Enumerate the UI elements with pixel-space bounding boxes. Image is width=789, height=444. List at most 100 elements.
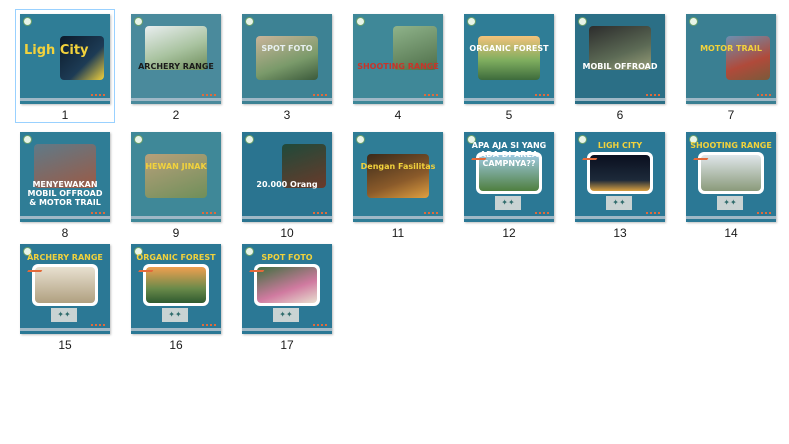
- control-pad-icon: ✦✦: [495, 196, 521, 210]
- thumbnail-label: 10: [280, 226, 294, 240]
- thumbnail-image[interactable]: HEWAN JINAK: [131, 132, 221, 222]
- control-pad-icon: ✦✦: [162, 308, 188, 322]
- thumbnail-item[interactable]: ✦✦ ARCHERY RANGE 15: [15, 239, 115, 353]
- thumbnail-image[interactable]: Ligh City: [20, 14, 110, 104]
- thumbnail-image[interactable]: SPOT FOTO: [242, 14, 332, 104]
- thumbnail-title: ARCHERY RANGE: [27, 253, 103, 262]
- control-pad-icon: ✦✦: [717, 196, 743, 210]
- thumbnail-label: 7: [727, 108, 735, 122]
- thumbnail-item[interactable]: ✦✦ SHOOTING RANGE 14: [681, 127, 781, 241]
- thumbnail-title: MOTOR TRAIL: [700, 44, 762, 53]
- thumbnail-item[interactable]: MENYEWAKAN MOBIL OFFROAD & MOTOR TRAIL 8: [15, 127, 115, 241]
- footer-strip: [131, 216, 221, 219]
- thumbnail-title: SHOOTING RANGE: [690, 141, 772, 150]
- logo-icon: [356, 17, 365, 26]
- thumbnail-title: MOBIL OFFROAD: [582, 62, 658, 71]
- thumbnail-item[interactable]: ✦✦ LIGH CITY 13: [570, 127, 670, 241]
- logo-icon: [134, 135, 143, 144]
- thumbnail-item[interactable]: MOTOR TRAIL 7: [681, 9, 781, 123]
- logo-icon: [134, 17, 143, 26]
- thumbnail-label: 13: [613, 226, 627, 240]
- thumbnail-image[interactable]: Dengan Fasilitas: [353, 132, 443, 222]
- dots-icon: [424, 212, 438, 216]
- thumbnail-image[interactable]: ORGANIC FOREST: [464, 14, 554, 104]
- control-pad-icon: ✦✦: [606, 196, 632, 210]
- thumbnail-item[interactable]: ✦✦ ORGANIC FOREST 16: [126, 239, 226, 353]
- thumbnail-label: 16: [169, 338, 183, 352]
- thumbnail-image[interactable]: ✦✦ SPOT FOTO: [242, 244, 332, 334]
- footer-strip: [575, 98, 665, 101]
- dots-icon: [313, 324, 327, 328]
- thumbnail-title: 20.000 Orang: [256, 180, 318, 189]
- footer-strip: [242, 98, 332, 101]
- logo-icon: [245, 135, 254, 144]
- photo: [257, 267, 317, 303]
- thumbnail-title: APA AJA SI YANG ADA DI AREA CAMPNYA??: [471, 141, 547, 168]
- thumbnail-image[interactable]: ARCHERY RANGE: [131, 14, 221, 104]
- thumbnail-item[interactable]: MOBIL OFFROAD 6: [570, 9, 670, 123]
- thumbnail-item[interactable]: Dengan Fasilitas 11: [348, 127, 448, 241]
- thumbnail-title: SHOOTING RANGE: [357, 62, 439, 71]
- photo: [478, 36, 540, 80]
- thumbnail-title: SPOT FOTO: [261, 44, 313, 53]
- thumbnail-image[interactable]: MENYEWAKAN MOBIL OFFROAD & MOTOR TRAIL: [20, 132, 110, 222]
- thumbnail-label: 5: [505, 108, 513, 122]
- thumbnail-title: MENYEWAKAN MOBIL OFFROAD & MOTOR TRAIL: [27, 180, 103, 207]
- photo: [590, 155, 650, 191]
- thumbnail-item[interactable]: ✦✦ APA AJA SI YANG ADA DI AREA CAMPNYA?? 1…: [459, 127, 559, 241]
- thumbnail-label: 17: [280, 338, 294, 352]
- photo: [726, 36, 770, 80]
- thumbnail-image[interactable]: ✦✦ ARCHERY RANGE: [20, 244, 110, 334]
- thumbnail-title: LIGH CITY: [597, 141, 643, 150]
- photo: [145, 154, 207, 198]
- thumbnail-image[interactable]: ✦✦ SHOOTING RANGE: [686, 132, 776, 222]
- dots-icon: [91, 94, 105, 98]
- logo-icon: [23, 17, 32, 26]
- thumbnail-item[interactable]: 20.000 Orang 10: [237, 127, 337, 241]
- thumbnail-item[interactable]: ORGANIC FOREST 5: [459, 9, 559, 123]
- control-pad-icon: ✦✦: [273, 308, 299, 322]
- logo-icon: [356, 135, 365, 144]
- dots-icon: [202, 324, 216, 328]
- thumbnail-image[interactable]: MOTOR TRAIL: [686, 14, 776, 104]
- thumbnail-image[interactable]: ✦✦ APA AJA SI YANG ADA DI AREA CAMPNYA??: [464, 132, 554, 222]
- dots-icon: [424, 94, 438, 98]
- thumbnail-image[interactable]: MOBIL OFFROAD: [575, 14, 665, 104]
- thumbnail-image[interactable]: 20.000 Orang: [242, 132, 332, 222]
- control-pad-icon: ✦✦: [51, 308, 77, 322]
- thumbnail-title: ORGANIC FOREST: [469, 44, 549, 53]
- thumbnail-label: 4: [394, 108, 402, 122]
- dots-icon: [646, 94, 660, 98]
- photo: [35, 267, 95, 303]
- thumbnail-item[interactable]: ARCHERY RANGE 2: [126, 9, 226, 123]
- logo-icon: [467, 17, 476, 26]
- dots-icon: [202, 212, 216, 216]
- thumbnail-label: 12: [502, 226, 516, 240]
- thumbnail-item[interactable]: HEWAN JINAK 9: [126, 127, 226, 241]
- footer-strip: [20, 216, 110, 219]
- logo-icon: [578, 17, 587, 26]
- dots-icon: [757, 94, 771, 98]
- thumbnail-label: 6: [616, 108, 624, 122]
- thumbnail-item[interactable]: SPOT FOTO 3: [237, 9, 337, 123]
- photo: [256, 36, 318, 80]
- photo: [701, 155, 761, 191]
- thumbnail-label: 3: [283, 108, 291, 122]
- thumbnail-label: 2: [172, 108, 180, 122]
- thumbnail-title: Ligh City: [24, 43, 89, 58]
- thumbnail-item[interactable]: SHOOTING RANGE 4: [348, 9, 448, 123]
- thumbnail-label: 11: [391, 226, 405, 240]
- thumbnail-title: SPOT FOTO: [261, 253, 313, 262]
- footer-strip: [575, 216, 665, 219]
- thumbnail-image[interactable]: ✦✦ LIGH CITY: [575, 132, 665, 222]
- thumbnail-item[interactable]: Ligh City 1: [15, 9, 115, 123]
- logo-icon: [245, 17, 254, 26]
- footer-strip: [131, 328, 221, 331]
- thumbnail-image[interactable]: ✦✦ ORGANIC FOREST: [131, 244, 221, 334]
- thumbnail-image[interactable]: SHOOTING RANGE: [353, 14, 443, 104]
- footer-strip: [242, 216, 332, 219]
- thumbnail-item[interactable]: ✦✦ SPOT FOTO 17: [237, 239, 337, 353]
- dots-icon: [757, 212, 771, 216]
- footer-strip: [20, 328, 110, 331]
- dots-icon: [202, 94, 216, 98]
